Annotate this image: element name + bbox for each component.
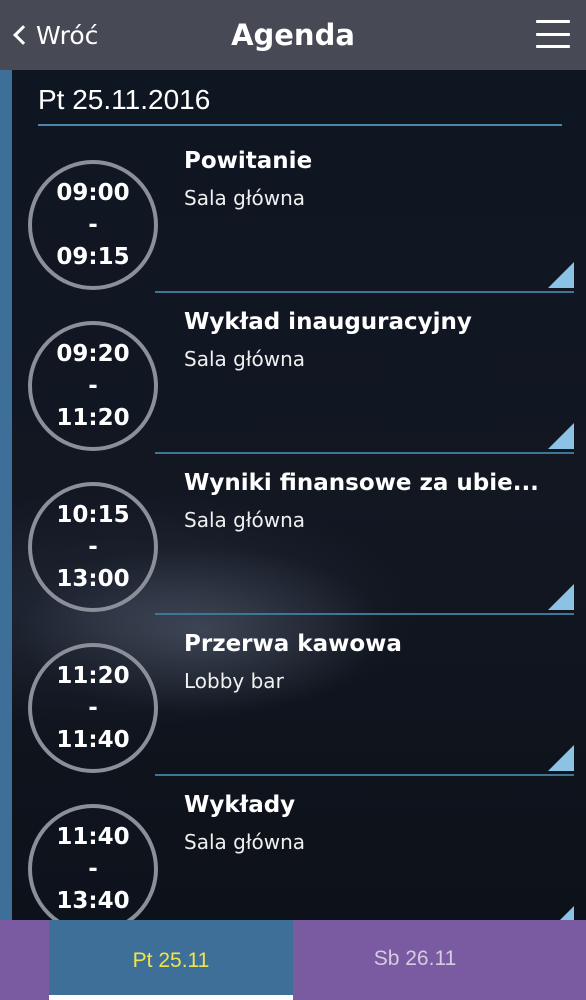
- chevron-left-icon: [10, 0, 32, 70]
- back-button[interactable]: Wróć: [10, 0, 98, 70]
- tab-day-2[interactable]: Sb 26.11: [293, 920, 537, 1000]
- session-title: Powitanie: [184, 148, 313, 174]
- session-time-separator: -: [88, 856, 98, 882]
- session-end-time: 13:40: [56, 888, 130, 914]
- time-circle: 11:20 - 11:40: [28, 643, 158, 773]
- page-title: Agenda: [231, 18, 355, 52]
- corner-triangle-icon: [548, 423, 574, 449]
- session-title: Wyniki finansowe za ubie...: [184, 470, 539, 496]
- time-circle: 10:15 - 13:00: [28, 482, 158, 612]
- session-time-separator: -: [88, 212, 98, 238]
- session-title: Wykład inauguracyjny: [184, 309, 472, 335]
- time-circle: 09:20 - 11:20: [28, 321, 158, 451]
- session-start-time: 09:00: [56, 180, 130, 206]
- tab-day-1[interactable]: Pt 25.11: [49, 920, 293, 1000]
- session-time-separator: -: [88, 373, 98, 399]
- session-room: Sala główna: [184, 186, 306, 210]
- day-tab-bar: Pt 25.11 Sb 26.11: [0, 920, 586, 1000]
- session-room: Sala główna: [184, 830, 306, 854]
- session-end-time: 13:00: [56, 566, 130, 592]
- session-item[interactable]: 11:20 - 11:40 Przerwa kawowa Lobby bar: [12, 619, 586, 779]
- session-end-time: 11:40: [56, 727, 130, 753]
- day-heading: Pt 25.11.2016: [38, 84, 211, 115]
- session-item[interactable]: 11:40 - 13:40 Wykłady Sala główna: [12, 780, 586, 920]
- session-start-time: 11:40: [56, 824, 130, 850]
- session-start-time: 10:15: [56, 502, 130, 528]
- day-heading-underline: [38, 124, 562, 126]
- session-item[interactable]: 09:00 - 09:15 Powitanie Sala główna: [12, 136, 586, 296]
- agenda-list[interactable]: Pt 25.11.2016 09:00 - 09:15 Powitanie Sa…: [0, 70, 586, 920]
- time-circle: 11:40 - 13:40: [28, 804, 158, 920]
- time-circle: 09:00 - 09:15: [28, 160, 158, 290]
- session-title: Wykłady: [184, 792, 296, 818]
- session-time-separator: -: [88, 695, 98, 721]
- divider: [155, 774, 574, 776]
- corner-triangle-icon: [548, 262, 574, 288]
- app-header: Wróć Agenda: [0, 0, 586, 70]
- side-accent-bar: [0, 70, 12, 920]
- corner-triangle-icon: [548, 584, 574, 610]
- session-room: Sala główna: [184, 508, 306, 532]
- divider: [155, 291, 574, 293]
- corner-triangle-icon: [548, 906, 574, 920]
- divider: [155, 613, 574, 615]
- session-start-time: 09:20: [56, 341, 130, 367]
- back-button-label: Wróć: [36, 20, 99, 50]
- session-time-separator: -: [88, 534, 98, 560]
- session-start-time: 11:20: [56, 663, 130, 689]
- session-room: Lobby bar: [184, 669, 284, 693]
- session-room: Sala główna: [184, 347, 306, 371]
- session-title: Przerwa kawowa: [184, 631, 402, 657]
- session-item[interactable]: 09:20 - 11:20 Wykład inauguracyjny Sala …: [12, 297, 586, 457]
- corner-triangle-icon: [548, 745, 574, 771]
- session-end-time: 09:15: [56, 244, 130, 270]
- divider: [155, 452, 574, 454]
- hamburger-menu-icon[interactable]: [536, 20, 570, 48]
- session-item[interactable]: 10:15 - 13:00 Wyniki finansowe za ubie..…: [12, 458, 586, 618]
- session-end-time: 11:20: [56, 405, 130, 431]
